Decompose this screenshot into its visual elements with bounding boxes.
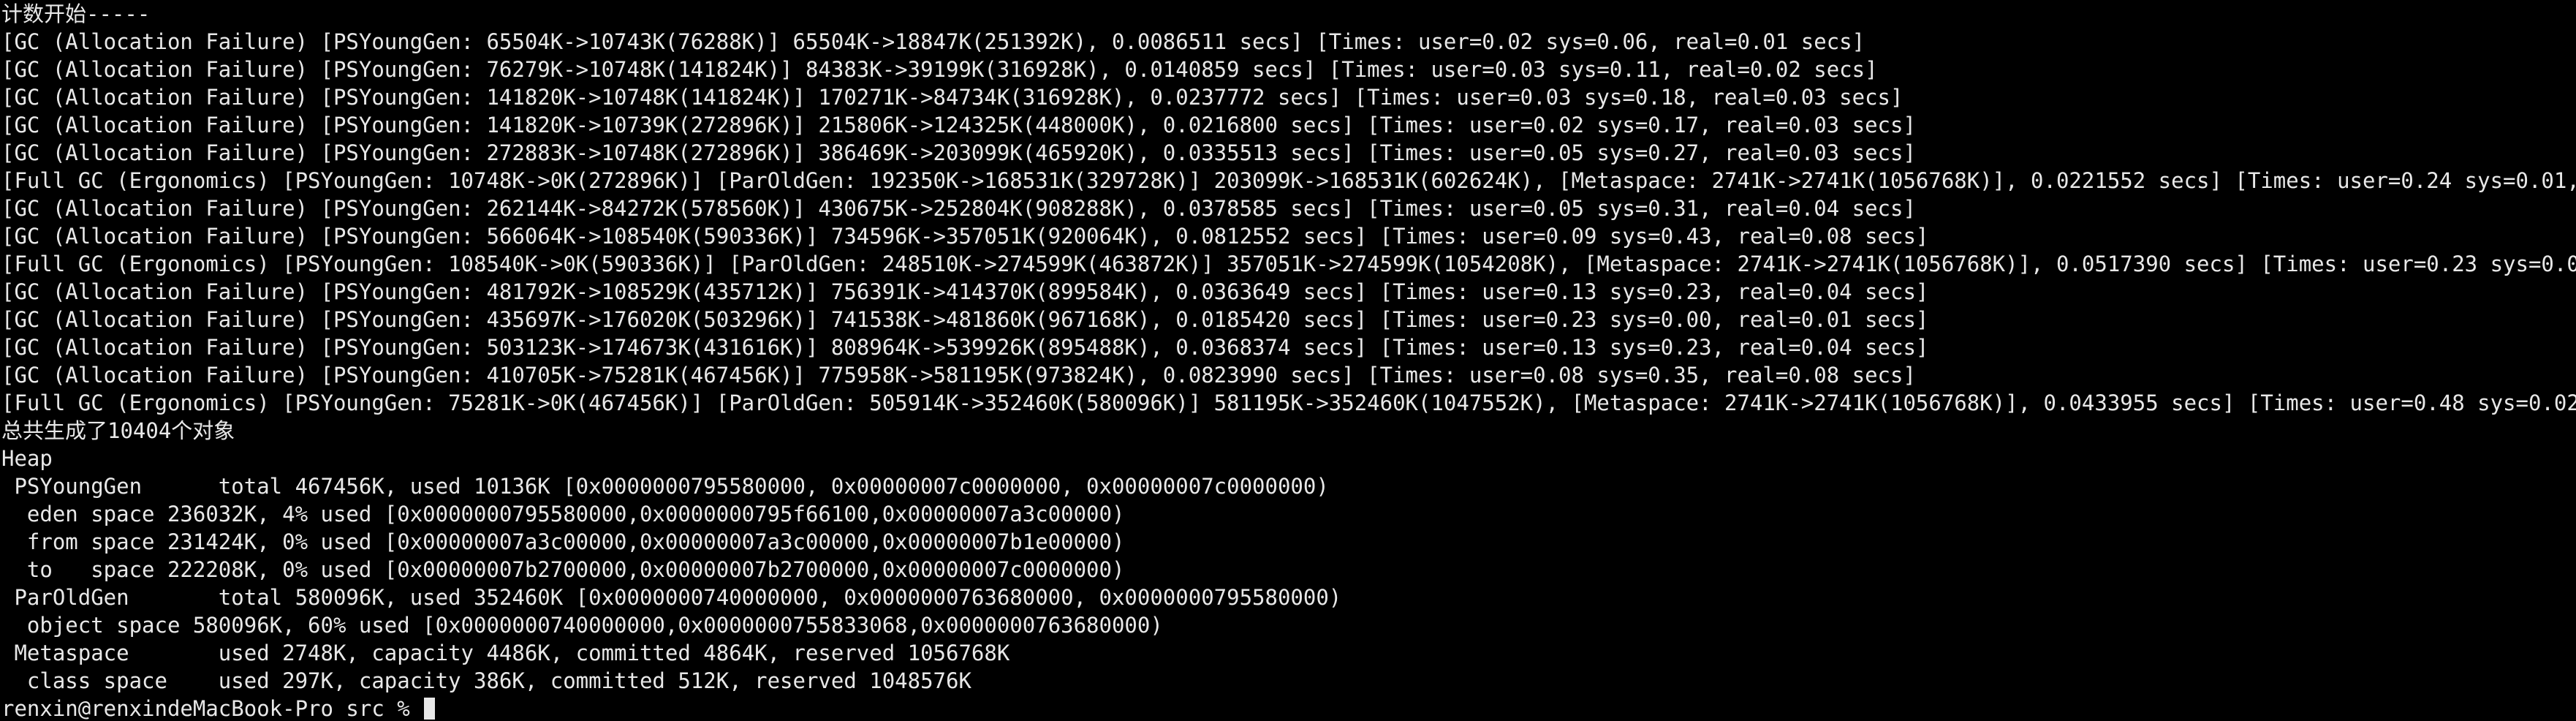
full-gc-log-line-1: [Full GC (Ergonomics) [PSYoungGen: 10748… — [1, 168, 2576, 193]
gc-log-line-6: [GC (Allocation Failure) [PSYoungGen: 26… — [1, 196, 1916, 221]
full-gc-log-line-3: [Full GC (Ergonomics) [PSYoungGen: 75281… — [1, 390, 2576, 415]
output-line-object-count: 总共生成了10404个对象 — [1, 418, 235, 443]
heap-header: Heap — [1, 446, 53, 471]
gc-log-line-2: [GC (Allocation Failure) [PSYoungGen: 76… — [1, 57, 1878, 82]
gc-log-line-9: [GC (Allocation Failure) [PSYoungGen: 43… — [1, 307, 1929, 332]
heap-paroldgen: ParOldGen total 580096K, used 352460K [0… — [1, 585, 1342, 610]
gc-log-line-7: [GC (Allocation Failure) [PSYoungGen: 56… — [1, 224, 1929, 249]
gc-log-line-4: [GC (Allocation Failure) [PSYoungGen: 14… — [1, 113, 1916, 137]
output-line-count-start: 计数开始----- — [1, 1, 151, 26]
gc-log-line-11: [GC (Allocation Failure) [PSYoungGen: 41… — [1, 363, 1916, 388]
heap-to-space: to space 222208K, 0% used [0x00000007b27… — [1, 557, 1125, 582]
heap-class-space: class space used 297K, capacity 386K, co… — [1, 668, 971, 693]
command-prompt[interactable]: renxin@renxindeMacBook-Pro src % — [1, 695, 2576, 721]
heap-psyounggen: PSYoungGen total 467456K, used 10136K [0… — [1, 474, 1329, 499]
gc-log-line-1: [GC (Allocation Failure) [PSYoungGen: 65… — [1, 29, 1865, 54]
prompt-text: renxin@renxindeMacBook-Pro src % — [1, 696, 423, 721]
heap-object-space: object space 580096K, 60% used [0x000000… — [1, 613, 1163, 638]
terminal-window[interactable]: 计数开始----- [GC (Allocation Failure) [PSYo… — [0, 0, 2576, 721]
gc-log-line-8: [GC (Allocation Failure) [PSYoungGen: 48… — [1, 279, 1929, 304]
full-gc-log-line-2: [Full GC (Ergonomics) [PSYoungGen: 10854… — [1, 252, 2576, 276]
heap-from-space: from space 231424K, 0% used [0x00000007a… — [1, 529, 1125, 554]
gc-log-line-10: [GC (Allocation Failure) [PSYoungGen: 50… — [1, 335, 1929, 360]
gc-log-line-3: [GC (Allocation Failure) [PSYoungGen: 14… — [1, 85, 1903, 110]
heap-eden-space: eden space 236032K, 4% used [0x000000079… — [1, 502, 1125, 526]
cursor-block-icon — [424, 698, 436, 720]
heap-metaspace: Metaspace used 2748K, capacity 4486K, co… — [1, 641, 1010, 665]
gc-log-line-5: [GC (Allocation Failure) [PSYoungGen: 27… — [1, 140, 1916, 165]
